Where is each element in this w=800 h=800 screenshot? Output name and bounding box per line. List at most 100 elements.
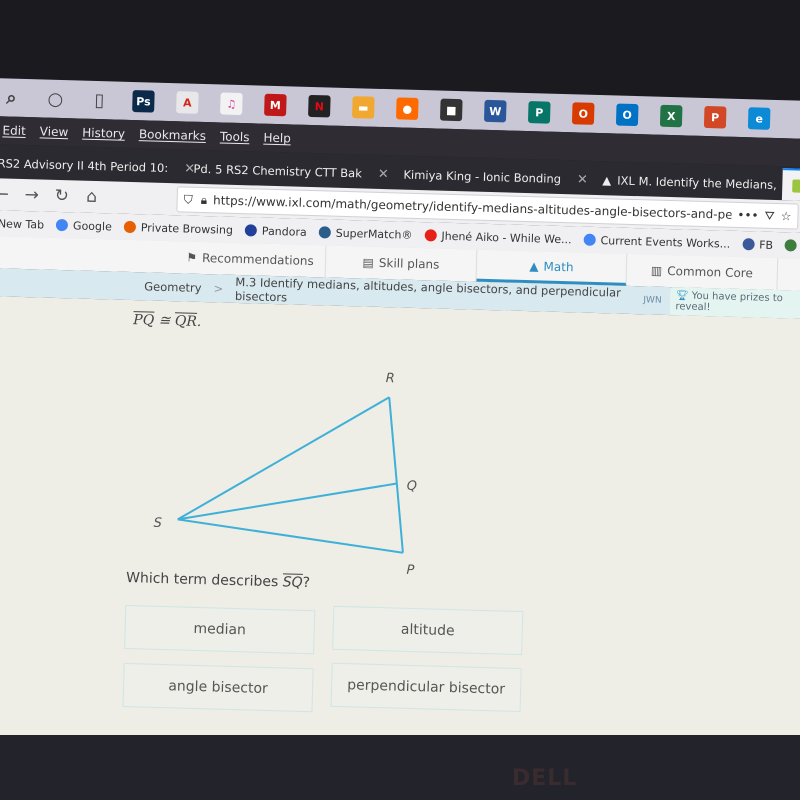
itunes-icon: ♫ <box>220 92 243 116</box>
choice-perpendicular-bisector[interactable]: perpendicular bisector <box>330 662 522 713</box>
nav-skill-plans[interactable]: ▤ Skill plans <box>325 245 478 282</box>
choice-altitude[interactable]: altitude <box>332 605 524 656</box>
bookmark-favicon-icon <box>424 229 437 242</box>
segment-qr: QR <box>174 313 198 330</box>
tab-label: Pd. 5 RS2 Chemistry CTT Bak <box>193 161 363 181</box>
bookmark-label: Current Events Works... <box>600 233 731 251</box>
bookmark-private-browsing[interactable]: Private Browsing <box>123 220 234 237</box>
task-view-icon: ▯ <box>94 89 105 111</box>
bookmark-label: Pandora <box>261 224 307 239</box>
taskbar-netflix-button[interactable]: N <box>297 87 342 126</box>
menu-edit[interactable]: Edit <box>2 123 26 138</box>
bookmark-pandora[interactable]: Pandora <box>244 224 307 239</box>
home-button[interactable]: ⌂ <box>76 186 107 207</box>
menu-tools[interactable]: Tools <box>220 129 250 144</box>
firefox-icon: ● <box>396 97 419 120</box>
menu-history[interactable]: History <box>82 126 125 141</box>
taskbar-photoshop-button[interactable]: Ps <box>121 82 166 121</box>
close-icon[interactable]: ✕ <box>577 172 588 187</box>
tab-label: RS2 Advisory II 4th Period 10: <box>0 156 169 176</box>
pocket-icon[interactable]: ⛛ <box>764 208 774 223</box>
choice-median[interactable]: median <box>124 604 316 655</box>
bookmark-label: Private Browsing <box>140 220 234 237</box>
bookmark-google[interactable]: Google <box>55 218 113 233</box>
bookmark-favicon-icon <box>784 239 798 252</box>
question-suffix: ? <box>302 574 311 592</box>
bookmark-favicon-icon <box>742 238 755 251</box>
search-icon: ⌕ <box>6 86 17 109</box>
label-p: P <box>406 563 414 578</box>
bookmark-jhen-aiko-while-we[interactable]: Jhené Aiko - While We... <box>424 229 572 246</box>
taskbar-task-view-button[interactable]: ▯ <box>77 80 122 119</box>
label-r: R <box>386 371 395 386</box>
segment-pq: PQ <box>133 312 155 329</box>
menu-help[interactable]: Help <box>263 131 291 146</box>
bookmark-label: SuperMatch® <box>335 226 413 242</box>
pyramid-icon: ▲ <box>529 258 539 273</box>
choice-angle-bisector[interactable]: angle bisector <box>122 662 314 713</box>
tab-label: IXL M. Identify the Medians, <box>617 173 778 193</box>
taskbar-outlook-button[interactable]: O <box>605 95 650 134</box>
segment-sq-label: SQ <box>282 574 303 591</box>
nav-label: Recommendations <box>201 250 314 269</box>
document-icon: ▥ <box>650 263 663 278</box>
back-button[interactable]: ← <box>0 184 17 205</box>
segment-sr <box>177 396 390 521</box>
breadcrumb-subject[interactable]: Geometry <box>144 279 202 295</box>
nav-label: Common Core <box>667 263 754 281</box>
taskbar-word-button[interactable]: W <box>473 92 518 131</box>
menu-bookmarks[interactable]: Bookmarks <box>139 127 206 143</box>
lock-icon[interactable]: 🔒︎ <box>200 192 208 207</box>
menu-view[interactable]: View <box>40 124 69 139</box>
taskbar-store-button[interactable]: ■ <box>429 90 474 129</box>
bookmark-label: New Tab <box>0 216 45 232</box>
more-actions-button[interactable]: ••• <box>737 208 759 223</box>
taskbar-acrobat-button[interactable]: A <box>165 83 210 122</box>
reload-button[interactable]: ↻ <box>46 186 77 207</box>
star-icon[interactable]: ☆ <box>780 209 791 223</box>
label-s: S <box>153 516 162 531</box>
file-explorer-icon: ▬ <box>352 96 375 119</box>
nav-math[interactable]: ▲ Math <box>476 249 628 286</box>
bookmark-new-tab[interactable]: New Tab <box>0 217 44 231</box>
bookmark-aspen[interactable]: Aspen <box>784 239 800 253</box>
forward-button[interactable]: → <box>16 185 47 206</box>
nav-recommendations[interactable]: ⚑ Recommendations <box>174 241 327 278</box>
monitor-screen: ⌕ ○ ▯ Ps A ♫ M N ▬ ● ■ W P O O X Pe Edit View History Bo… <box>0 78 800 761</box>
bookmark-favicon-icon <box>583 233 596 246</box>
taskbar-mcafee-button[interactable]: M <box>253 85 298 124</box>
tab-ixl-identify[interactable]: IXL - Identify <box>781 168 800 204</box>
bookmark-current-events-works[interactable]: Current Events Works... <box>583 233 730 250</box>
bookmark-fb[interactable]: FB <box>742 238 774 252</box>
excel-icon: X <box>659 104 683 128</box>
prizes-banner[interactable]: 🏆︎ You have prizes to reveal! <box>669 287 800 320</box>
shield-icon[interactable]: ⛉ <box>183 192 193 207</box>
bookmark-label: Jhené Aiko - While We... <box>441 229 572 246</box>
taskbar-itunes-button[interactable]: ♫ <box>209 84 254 123</box>
taskbar-publisher-button[interactable]: P <box>517 93 562 132</box>
taskbar-excel-button[interactable]: X <box>649 96 694 135</box>
tab-advisory[interactable]: RS2 Advisory II 4th Period 10: ✕ <box>0 148 195 183</box>
bookmark-favicon-icon <box>123 220 136 234</box>
word-icon: W <box>483 99 507 123</box>
bookmark-supermatch[interactable]: SuperMatch® <box>318 226 413 242</box>
label-q: Q <box>407 479 418 494</box>
powerpoint-icon: P <box>703 105 727 129</box>
taskbar-file-explorer-button[interactable]: ▬ <box>341 88 386 127</box>
taskbar-search-button[interactable]: ⌕ <box>0 78 34 117</box>
taskbar-cortana-button[interactable]: ○ <box>33 79 78 118</box>
bookmark-favicon-icon <box>318 226 331 239</box>
nav-label: Math <box>543 259 574 274</box>
taskbar-edge-button[interactable]: e <box>737 99 782 138</box>
bookmark-label: FB <box>758 238 774 252</box>
mcafee-icon: M <box>264 93 287 117</box>
outlook-icon: O <box>615 103 639 127</box>
taskbar-firefox-button[interactable]: ● <box>385 89 430 128</box>
photoshop-icon: Ps <box>132 89 155 113</box>
bookmark-label: Google <box>72 218 113 233</box>
publisher-icon: P <box>527 101 551 124</box>
taskbar-powerpoint-button[interactable]: P <box>693 98 738 137</box>
nav-common-core[interactable]: ▥ Common Core <box>626 253 779 291</box>
taskbar-office-button[interactable]: O <box>561 94 606 133</box>
ixl-icon <box>792 178 800 193</box>
